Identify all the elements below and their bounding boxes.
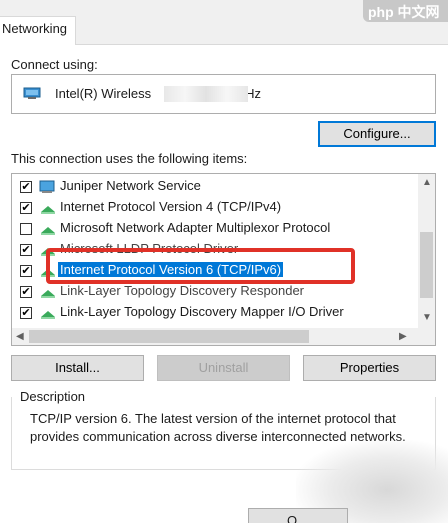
description-title: Description xyxy=(17,389,89,404)
vertical-scroll-thumb[interactable] xyxy=(420,232,433,298)
item-label: Link-Layer Topology Discovery Responder xyxy=(60,283,304,298)
item-label: Microsoft LLDP Protocol Driver xyxy=(60,241,239,256)
item-label: Link-Layer Topology Discovery Mapper I/O… xyxy=(60,304,344,319)
protocol-icon xyxy=(41,290,55,298)
items-list[interactable]: ✔ Juniper Network Service ✔ Internet Pro… xyxy=(11,173,436,346)
item-checkbox[interactable]: ✔ xyxy=(20,265,32,277)
connect-using-label: Connect using: xyxy=(11,57,98,72)
properties-button[interactable]: Properties xyxy=(303,355,436,381)
scroll-right-icon[interactable]: ▶ xyxy=(399,331,407,342)
protocol-icon xyxy=(41,311,55,319)
item-checkbox[interactable]: ✔ xyxy=(20,244,32,256)
item-checkbox[interactable]: ✔ xyxy=(20,286,32,298)
network-service-icon xyxy=(39,180,55,193)
protocol-icon xyxy=(41,248,55,256)
list-item[interactable]: ✔ Juniper Network Service xyxy=(12,176,417,197)
vertical-scrollbar[interactable]: ▲ ▼ xyxy=(418,174,435,328)
list-item[interactable]: ✔ Link-Layer Topology Discovery Mapper I… xyxy=(12,302,417,323)
protocol-icon xyxy=(41,206,55,214)
list-item[interactable]: ✔ Microsoft LLDP Protocol Driver xyxy=(12,239,417,260)
item-checkbox[interactable]: ✔ xyxy=(20,181,32,193)
adapter-name-left: Intel(R) Wireless xyxy=(55,86,152,101)
protocol-icon xyxy=(41,227,55,235)
configure-button[interactable]: Configure... xyxy=(318,121,436,147)
redacted-text xyxy=(164,86,248,102)
list-item[interactable]: Microsoft Network Adapter Multiplexor Pr… xyxy=(12,218,417,239)
ok-button[interactable]: O xyxy=(248,508,348,523)
scroll-up-icon[interactable]: ▲ xyxy=(422,177,432,188)
items-label: This connection uses the following items… xyxy=(11,151,248,166)
protocol-icon xyxy=(41,269,55,277)
item-label: Internet Protocol Version 4 (TCP/IPv4) xyxy=(60,199,282,214)
scroll-left-icon[interactable]: ◀ xyxy=(16,331,24,342)
item-label: Internet Protocol Version 6 (TCP/IPv6) xyxy=(56,261,285,278)
network-adapter-icon xyxy=(23,87,41,99)
horizontal-scroll-thumb[interactable] xyxy=(29,330,309,343)
item-checkbox[interactable]: ✔ xyxy=(20,307,32,319)
list-item[interactable]: ✔ Link-Layer Topology Discovery Responde… xyxy=(12,281,417,302)
adapter-box: Intel(R) Wireless Hz xyxy=(11,74,436,114)
list-item[interactable]: ✔ Internet Protocol Version 4 (TCP/IPv4) xyxy=(12,197,417,218)
install-button[interactable]: Install... xyxy=(11,355,144,381)
watermark: php 中文网 xyxy=(368,4,440,20)
horizontal-scrollbar[interactable]: ◀ ▶ xyxy=(12,328,435,345)
tab-networking[interactable]: Networking xyxy=(0,16,76,46)
scroll-down-icon[interactable]: ▼ xyxy=(422,312,432,323)
item-label: Microsoft Network Adapter Multiplexor Pr… xyxy=(60,220,331,235)
item-label: Juniper Network Service xyxy=(60,178,201,193)
item-checkbox[interactable]: ✔ xyxy=(20,202,32,214)
item-checkbox[interactable] xyxy=(20,223,32,235)
uninstall-button[interactable]: Uninstall xyxy=(157,355,290,381)
list-item-selected[interactable]: ✔ Internet Protocol Version 6 (TCP/IPv6) xyxy=(12,260,417,281)
